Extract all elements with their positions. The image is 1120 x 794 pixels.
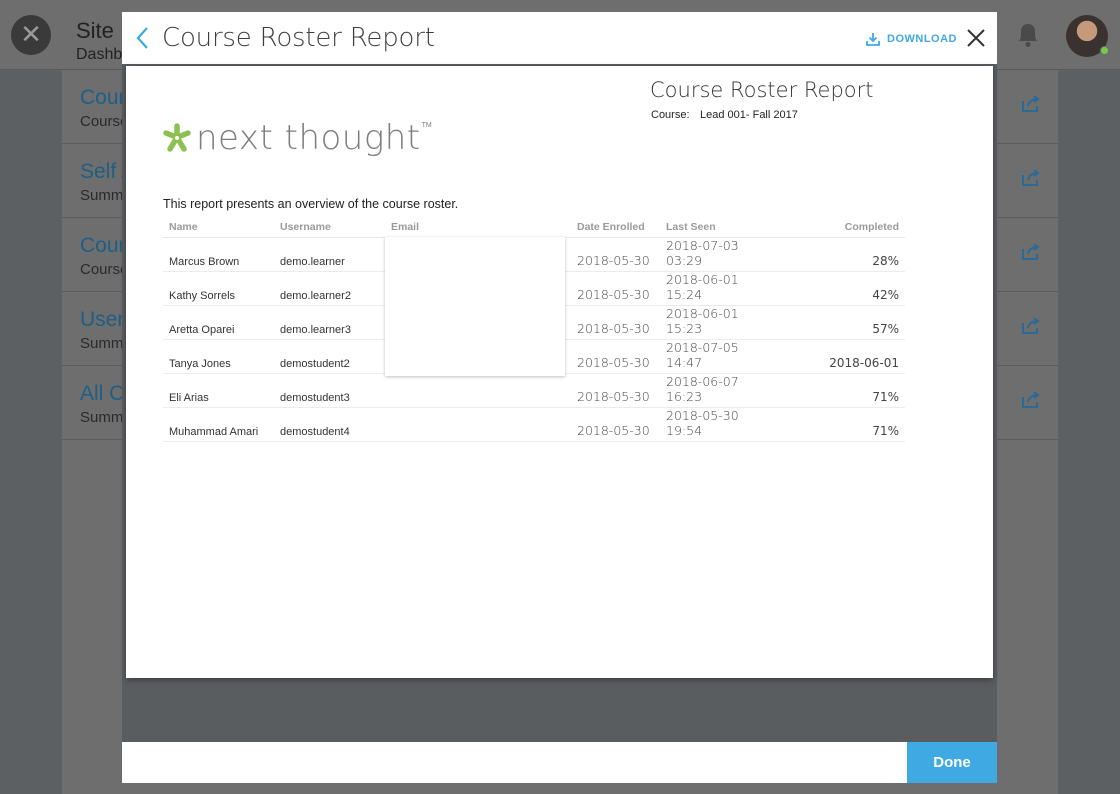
cell-username: demo.learner <box>274 237 385 272</box>
bell-icon[interactable] <box>1016 22 1040 48</box>
modal-footer: Done <box>122 742 997 783</box>
close-icon[interactable] <box>964 26 988 50</box>
cell-username: demostudent4 <box>274 407 385 442</box>
list-item-title: Cour <box>80 234 126 257</box>
list-item-title: Cour <box>80 86 126 109</box>
cell-date-enrolled: 2018-05-30 <box>571 407 660 442</box>
list-item-title: All C <box>80 382 125 405</box>
cell-completed: 71% <box>770 407 905 442</box>
external-share-icon[interactable] <box>1022 170 1040 186</box>
cell-username: demo.learner3 <box>274 305 385 340</box>
list-item-subtitle: Summ <box>80 187 124 204</box>
cell-username: demo.learner2 <box>274 271 385 306</box>
report-modal: Course Roster Report DOWNLOAD next thoug… <box>122 12 997 783</box>
done-button[interactable]: Done <box>907 742 997 783</box>
column-header-last-seen: Last Seen <box>660 221 770 238</box>
cell-completed: 42% <box>770 271 905 306</box>
cell-date-enrolled: 2018-05-30 <box>571 237 660 272</box>
table-row: Muhammad Amari demostudent4 2018-05-30 2… <box>163 407 905 442</box>
cell-completed: 71% <box>770 373 905 408</box>
report-course-line: Course: Lead 001- Fall 2017 <box>651 109 798 121</box>
cell-name: Kathy Sorrels <box>163 271 274 306</box>
column-header-name: Name <box>163 221 274 238</box>
cell-email <box>385 407 571 442</box>
external-share-icon[interactable] <box>1022 392 1040 408</box>
cell-completed: 57% <box>770 305 905 340</box>
avatar[interactable] <box>1066 15 1109 57</box>
column-header-email: Email <box>385 221 571 238</box>
cell-date-enrolled: 2018-05-30 <box>571 305 660 340</box>
cell-email <box>385 373 571 408</box>
next-thought-logo: next thought TM <box>162 118 432 158</box>
external-share-icon[interactable] <box>1022 318 1040 334</box>
cell-last-seen: 2018-07-03 03:29 <box>660 237 770 272</box>
table-row: Eli Arias demostudent3 2018-05-30 2018-0… <box>163 373 905 408</box>
course-value: Lead 001- Fall 2017 <box>700 109 798 121</box>
cell-name: Marcus Brown <box>163 237 274 272</box>
cell-last-seen: 2018-06-01 15:24 <box>660 271 770 306</box>
download-button[interactable]: DOWNLOAD <box>866 31 957 47</box>
cell-name: Muhammad Amari <box>163 407 274 442</box>
cell-last-seen: 2018-06-01 15:23 <box>660 305 770 340</box>
report-description: This report presents an overview of the … <box>163 197 459 211</box>
column-header-completed: Completed <box>770 221 905 238</box>
cell-username: demostudent2 <box>274 339 385 374</box>
logo-asterisk-icon <box>163 123 191 152</box>
cell-completed: 2018-06-01 <box>770 339 905 374</box>
external-share-icon[interactable] <box>1022 96 1040 112</box>
download-icon <box>866 33 880 46</box>
cell-last-seen: 2018-06-07 16:23 <box>660 373 770 408</box>
cell-username: demostudent3 <box>274 373 385 408</box>
modal-title: Course Roster Report <box>162 23 435 53</box>
cell-date-enrolled: 2018-05-30 <box>571 339 660 374</box>
cell-name: Aretta Oparei <box>163 305 274 340</box>
download-label: DOWNLOAD <box>887 33 957 45</box>
cell-name: Eli Arias <box>163 373 274 408</box>
cell-last-seen: 2018-07-05 14:47 <box>660 339 770 374</box>
logo-trademark: TM <box>421 122 432 129</box>
report-title: Course Roster Report <box>650 78 874 102</box>
report-document: next thought TM Course Roster Report Cou… <box>126 66 993 678</box>
cell-completed: 28% <box>770 237 905 272</box>
close-site-admin-button[interactable]: ✕ <box>11 15 51 55</box>
cell-date-enrolled: 2018-05-30 <box>571 373 660 408</box>
external-share-icon[interactable] <box>1022 244 1040 260</box>
chevron-left-icon[interactable] <box>132 24 154 52</box>
cell-last-seen: 2018-05-30 19:54 <box>660 407 770 442</box>
course-label: Course: <box>651 109 690 121</box>
logo-text: next thought <box>196 118 421 158</box>
list-item-subtitle: Summ <box>80 409 124 426</box>
background-subtitle: Dashb <box>76 46 123 63</box>
email-column-overlay <box>385 237 565 376</box>
list-item-title: User <box>80 308 125 331</box>
column-header-date-enrolled: Date Enrolled <box>571 221 660 238</box>
column-header-username: Username <box>274 221 385 238</box>
modal-header: Course Roster Report DOWNLOAD <box>122 12 997 64</box>
table-header-row: Name Username Email Date Enrolled Last S… <box>163 221 905 238</box>
online-status-dot <box>1100 46 1109 55</box>
cell-date-enrolled: 2018-05-30 <box>571 271 660 306</box>
list-item-subtitle: Summ <box>80 335 124 352</box>
cell-name: Tanya Jones <box>163 339 274 374</box>
background-title: Site <box>76 18 114 43</box>
